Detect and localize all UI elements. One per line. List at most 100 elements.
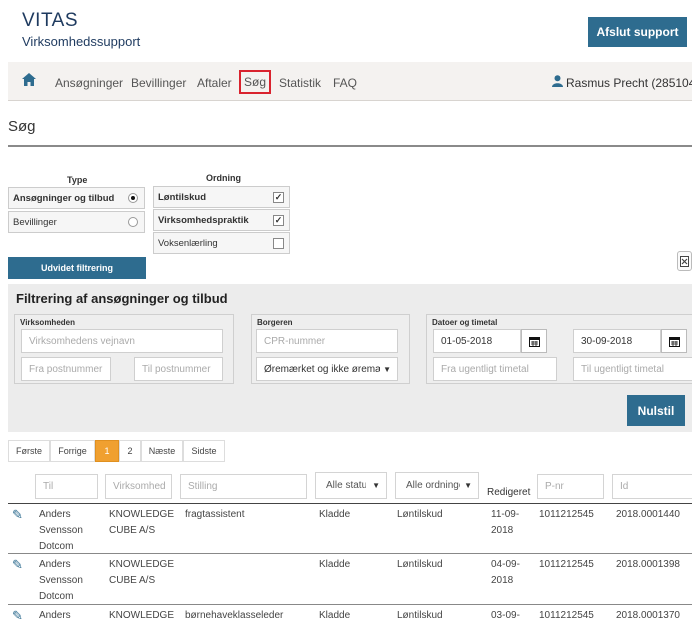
exit-support-button[interactable]: Afslut support	[588, 17, 687, 47]
checkbox-checked[interactable]: ✓	[273, 214, 284, 226]
table-row[interactable]: ✎ Anders KNOWLEDGE børnehaveklasseleder …	[8, 605, 692, 626]
brand-logo: VITAS	[22, 10, 78, 31]
brand-subtitle: Virksomhedssupport	[22, 34, 141, 49]
pagination-last[interactable]: Sidste	[183, 440, 225, 462]
checkbox-checked[interactable]: ✓	[273, 191, 284, 203]
row-til-line: Anders	[39, 509, 71, 520]
to-date-input[interactable]: 30-09-2018	[573, 329, 661, 353]
filter-til-input[interactable]: Til	[35, 474, 98, 499]
filter-pnr-input[interactable]: P-nr	[537, 474, 604, 499]
row-til-line: Dotcom	[39, 591, 74, 602]
reset-button[interactable]: Nulstil	[627, 395, 685, 426]
extended-filter-button[interactable]: Udvidet filtrering	[8, 257, 146, 279]
row-redigeret-line: 2018	[491, 575, 514, 586]
row-virksomhed-line: CUBE A/S	[109, 575, 156, 586]
company-filter-label: Virksomheden	[20, 318, 75, 327]
edit-icon[interactable]: ✎	[12, 608, 23, 624]
nav-item-faq[interactable]: FAQ	[333, 76, 357, 90]
row-status: Kladde	[319, 559, 351, 570]
type-option-ansoegninger[interactable]: Ansøgninger og tilbud	[8, 187, 145, 209]
ordning-option-voksenlaerling[interactable]: Voksenlærling	[153, 232, 290, 254]
filter-panel: Filtrering af ansøgninger og tilbud Virk…	[8, 284, 692, 432]
radio-selected[interactable]	[128, 193, 138, 203]
filter-id-input[interactable]: Id	[612, 474, 692, 499]
company-street-input[interactable]: Virksomhedens vejnavn	[21, 329, 223, 353]
company-from-zip-input[interactable]: Fra postnummer	[21, 357, 111, 381]
row-redigeret-line: 11-09-	[491, 509, 520, 520]
nav-item-statistik[interactable]: Statistik	[279, 76, 321, 90]
filter-ordning-select[interactable]: Alle ordninger ▼	[395, 472, 479, 499]
chevron-down-icon: ▼	[464, 481, 472, 490]
from-date-input[interactable]: 01-05-2018	[433, 329, 521, 353]
calendar-icon[interactable]	[521, 329, 547, 353]
cpr-input[interactable]: CPR-nummer	[256, 329, 398, 353]
ordning-label: Ordning	[206, 173, 241, 183]
nav-item-ansoegninger[interactable]: Ansøgninger	[55, 76, 123, 90]
row-til-line: Svensson	[39, 575, 83, 586]
row-ordning: Løntilskud	[397, 509, 443, 520]
page-title: Søg	[8, 118, 36, 135]
ordning-option-label: Virksomhedspraktik	[158, 214, 249, 226]
from-hours-input[interactable]: Fra ugentligt timetal	[433, 357, 557, 381]
row-stilling: børnehaveklasseleder	[185, 610, 284, 621]
row-status: Kladde	[319, 509, 351, 520]
row-til-line: Anders	[39, 559, 71, 570]
nav-item-bevillinger[interactable]: Bevillinger	[131, 76, 186, 90]
pagination-page-2[interactable]: 2	[119, 440, 141, 462]
dates-filter-label: Datoer og timetal	[432, 318, 498, 327]
filter-status-value: Alle status	[326, 480, 366, 491]
row-redigeret-line: 04-09-	[491, 559, 520, 570]
home-icon[interactable]	[22, 73, 36, 91]
column-header-redigeret[interactable]: Redigeret	[487, 487, 530, 498]
pagination-first[interactable]: Første	[8, 440, 50, 462]
excel-export-icon[interactable]	[677, 251, 692, 271]
row-ordning: Løntilskud	[397, 610, 443, 621]
row-virksomhed-line: KNOWLEDGE	[109, 559, 175, 570]
type-option-label: Bevillinger	[13, 216, 57, 228]
ordning-option-label: Løntilskud	[158, 191, 207, 203]
citizen-filter-group: Borgeren CPR-nummer Øremærket og ikke ør…	[251, 314, 410, 384]
filter-stilling-input[interactable]: Stilling	[180, 474, 307, 499]
row-virksomhed-line: CUBE A/S	[109, 525, 156, 536]
radio-unselected[interactable]	[128, 217, 138, 227]
table-row[interactable]: ✎ Anders Svensson Dotcom KNOWLEDGE CUBE A/S…	[8, 554, 692, 602]
filter-ordning-value: Alle ordninger	[406, 480, 460, 491]
chevron-down-icon: ▼	[383, 364, 391, 374]
type-option-bevillinger[interactable]: Bevillinger	[8, 211, 145, 233]
checkbox-unchecked[interactable]	[273, 237, 284, 249]
user-name[interactable]: Rasmus Precht (28510489)	[566, 76, 692, 90]
row-status: Kladde	[319, 610, 351, 621]
ordning-option-loentilskud[interactable]: Løntilskud ✓	[153, 186, 290, 208]
company-to-zip-input[interactable]: Til postnummer	[134, 357, 223, 381]
ordning-option-virksomhedspraktik[interactable]: Virksomhedspraktik ✓	[153, 209, 290, 231]
row-redigeret-line: 2018	[491, 525, 514, 536]
company-filter-group: Virksomheden Virksomhedens vejnavn Fra p…	[14, 314, 234, 384]
title-divider	[8, 145, 692, 147]
citizen-filter-label: Borgeren	[257, 318, 293, 327]
filter-panel-title: Filtrering af ansøgninger og tilbud	[16, 291, 228, 306]
pagination-next[interactable]: Næste	[141, 440, 183, 462]
dates-filter-group: Datoer og timetal 01-05-2018 30-09-2018 …	[426, 314, 692, 384]
filter-status-select[interactable]: Alle status ▼	[315, 472, 387, 499]
row-redigeret-line: 03-09-	[491, 610, 520, 621]
calendar-icon[interactable]	[661, 329, 687, 353]
user-icon	[552, 74, 563, 92]
row-virksomhed-line: KNOWLEDGE	[109, 610, 175, 621]
table-row[interactable]: ✎ Anders Svensson Dotcom KNOWLEDGE CUBE A/S…	[8, 504, 692, 552]
earmark-select[interactable]: Øremærket og ikke øremærket ▼	[256, 357, 398, 381]
type-label: Type	[67, 175, 88, 185]
pagination-page-1[interactable]: 1	[95, 440, 119, 462]
row-pnr: 1011212545	[539, 559, 594, 570]
edit-icon[interactable]: ✎	[12, 507, 23, 523]
row-id: 2018.0001440	[616, 509, 680, 520]
edit-icon[interactable]: ✎	[12, 557, 23, 573]
nav-item-aftaler[interactable]: Aftaler	[197, 76, 232, 90]
to-hours-input[interactable]: Til ugentligt timetal	[573, 357, 692, 381]
row-ordning: Løntilskud	[397, 559, 443, 570]
row-pnr: 1011212545	[539, 610, 594, 621]
nav-item-soeg[interactable]: Søg	[239, 70, 271, 94]
row-virksomhed-line: KNOWLEDGE	[109, 509, 175, 520]
filter-virksomhed-input[interactable]: Virksomhed	[105, 474, 172, 499]
type-option-label: Ansøgninger og tilbud	[13, 192, 115, 204]
pagination-prev[interactable]: Forrige	[50, 440, 95, 462]
